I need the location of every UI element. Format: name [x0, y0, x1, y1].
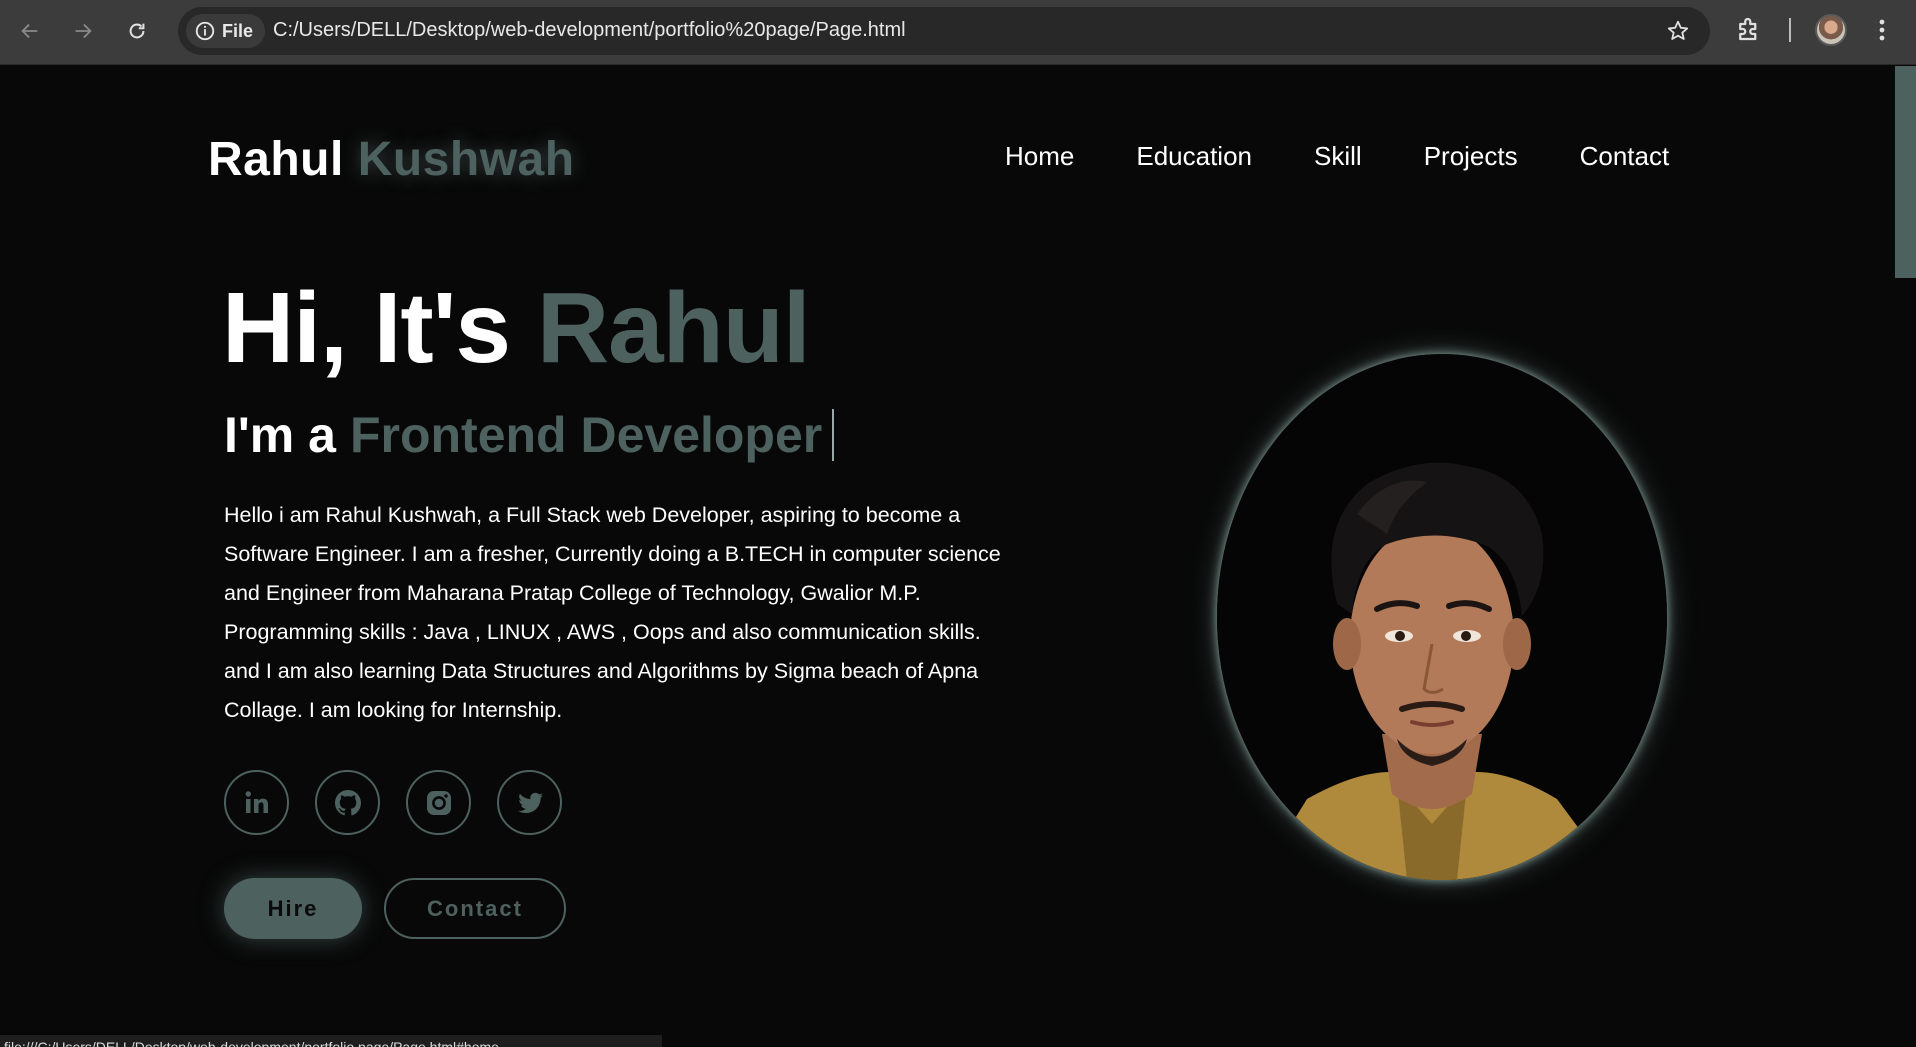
role-text: Frontend Developer: [349, 407, 823, 463]
portfolio-page: Rahul Kushwah Home Education Skill Proje…: [0, 66, 1916, 1047]
link-status-bar: file:///C:/Users/DELL/Desktop/web-develo…: [0, 1035, 662, 1047]
browser-toolbar: File C:/Users/DELL/Desktop/web-developme…: [0, 0, 1916, 65]
site-chip-label: File: [222, 20, 254, 41]
twitter-icon: [517, 792, 543, 813]
info-icon: [195, 21, 215, 41]
reload-icon: [129, 23, 145, 39]
extensions-icon[interactable]: [1734, 14, 1764, 44]
nav-skill[interactable]: Skill: [1314, 141, 1362, 172]
instagram-link[interactable]: [406, 770, 471, 835]
scrollbar-thumb[interactable]: [1895, 66, 1916, 278]
main-navigation: Home Education Skill Projects Contact: [1005, 141, 1669, 172]
instagram-icon: [426, 790, 451, 815]
arrow-right-icon: [75, 23, 92, 39]
nav-projects[interactable]: Projects: [1424, 141, 1518, 172]
toolbar-divider: [1789, 18, 1791, 42]
nav-education[interactable]: Education: [1136, 141, 1252, 172]
hero-greeting: Hi, It's: [222, 272, 511, 384]
site-logo[interactable]: Rahul Kushwah: [208, 132, 575, 187]
back-button[interactable]: [11, 12, 49, 50]
site-info-chip[interactable]: File: [186, 14, 266, 48]
bio-paragraph: Hello i am Rahul Kushwah, a Full Stack w…: [224, 503, 1001, 722]
hire-button[interactable]: Hire: [224, 878, 362, 939]
logo-first-name: Rahul: [208, 133, 344, 186]
arrow-left-icon: [21, 23, 38, 39]
url-text[interactable]: C:/Users/DELL/Desktop/web-development/po…: [273, 19, 906, 42]
profile-avatar[interactable]: [1815, 14, 1847, 46]
nav-home[interactable]: Home: [1005, 141, 1074, 172]
more-vert-icon[interactable]: [1870, 14, 1894, 46]
typing-cursor: [832, 409, 835, 461]
social-links: [224, 770, 562, 835]
bookmark-star-icon[interactable]: [1666, 19, 1690, 43]
logo-last-name: Kushwah: [357, 133, 575, 186]
nav-contact[interactable]: Contact: [1580, 141, 1670, 172]
profile-photo: [1217, 354, 1667, 880]
hero-heading: Hi, It's Rahul: [222, 271, 811, 386]
reload-button[interactable]: [118, 12, 156, 50]
linkedin-link[interactable]: [224, 770, 289, 835]
profile-photo-illustration: [1217, 354, 1667, 880]
github-link[interactable]: [315, 770, 380, 835]
twitter-link[interactable]: [497, 770, 562, 835]
forward-button[interactable]: [64, 12, 102, 50]
contact-button[interactable]: Contact: [384, 878, 566, 939]
role-line: I'm a Frontend Developer: [224, 406, 835, 464]
hero-name: Rahul: [536, 272, 811, 384]
role-prefix: I'm a: [224, 407, 336, 463]
github-icon: [334, 789, 361, 815]
address-bar[interactable]: File C:/Users/DELL/Desktop/web-developme…: [178, 7, 1710, 55]
linkedin-icon: [245, 790, 268, 813]
